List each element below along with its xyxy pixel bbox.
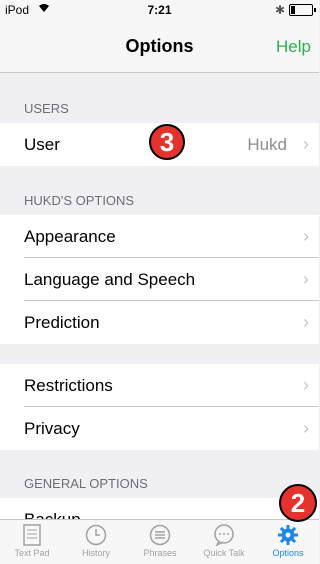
clock-icon: [64, 524, 128, 546]
status-bar: iPod 7:21 ✱: [0, 0, 319, 20]
navigation-bar: Options Help: [0, 20, 319, 73]
tab-text-pad[interactable]: Text Pad: [0, 524, 64, 558]
section-header-label: USERS: [24, 101, 69, 116]
user-label: User: [24, 135, 60, 154]
prediction-label: Prediction: [24, 313, 100, 332]
section-header-label: GENERAL OPTIONS: [24, 476, 148, 491]
page-title: Options: [125, 36, 194, 56]
step-badge-2: 2: [279, 484, 317, 522]
chevron-right-icon: ›: [303, 269, 309, 289]
tab-label: Phrases: [143, 548, 177, 558]
list-icon: [128, 524, 192, 546]
chevron-right-icon: ›: [303, 375, 309, 395]
tab-label: Quick Talk: [203, 548, 245, 558]
chevron-right-icon: ›: [303, 134, 309, 154]
tab-phrases[interactable]: Phrases: [128, 524, 192, 558]
tab-label: Options: [272, 548, 304, 558]
section-header-hukd-options: HUKD'S OPTIONS: [0, 180, 319, 214]
tab-bar: Text Pad History Phrases Quick Talk Opti…: [0, 519, 319, 564]
restrictions-label: Restrictions: [24, 376, 113, 395]
appearance-row[interactable]: Appearance ›: [0, 215, 319, 258]
tab-options[interactable]: Options: [256, 524, 320, 558]
privacy-row[interactable]: Privacy ›: [0, 407, 319, 450]
user-value: Hukd: [247, 135, 287, 154]
restrictions-row[interactable]: Restrictions ›: [0, 364, 319, 407]
section-header-general-options: GENERAL OPTIONS: [0, 463, 319, 497]
gear-icon: [256, 524, 320, 546]
section-header-label: HUKD'S OPTIONS: [24, 193, 135, 208]
language-speech-label: Language and Speech: [24, 270, 196, 289]
tab-label: Text Pad: [14, 548, 50, 558]
privacy-label: Privacy: [24, 419, 80, 438]
chevron-right-icon: ›: [303, 312, 309, 332]
speech-bubble-icon: [192, 524, 256, 547]
section-header-users: USERS: [0, 88, 319, 122]
chevron-right-icon: ›: [303, 418, 309, 438]
document-icon: [0, 524, 64, 546]
chevron-right-icon: ›: [303, 226, 309, 246]
prediction-row[interactable]: Prediction ›: [0, 301, 319, 344]
tab-quick-talk[interactable]: Quick Talk: [192, 524, 256, 558]
help-button[interactable]: Help: [276, 37, 311, 57]
bluetooth-icon: ✱: [274, 3, 285, 17]
language-speech-row[interactable]: Language and Speech ›: [0, 258, 319, 301]
appearance-label: Appearance: [24, 227, 116, 246]
step-badge-3: 3: [149, 124, 185, 160]
tab-label: History: [81, 548, 110, 558]
tab-history[interactable]: History: [64, 524, 128, 558]
battery-icon: [289, 4, 316, 16]
clock-time: 7:21: [147, 3, 172, 17]
